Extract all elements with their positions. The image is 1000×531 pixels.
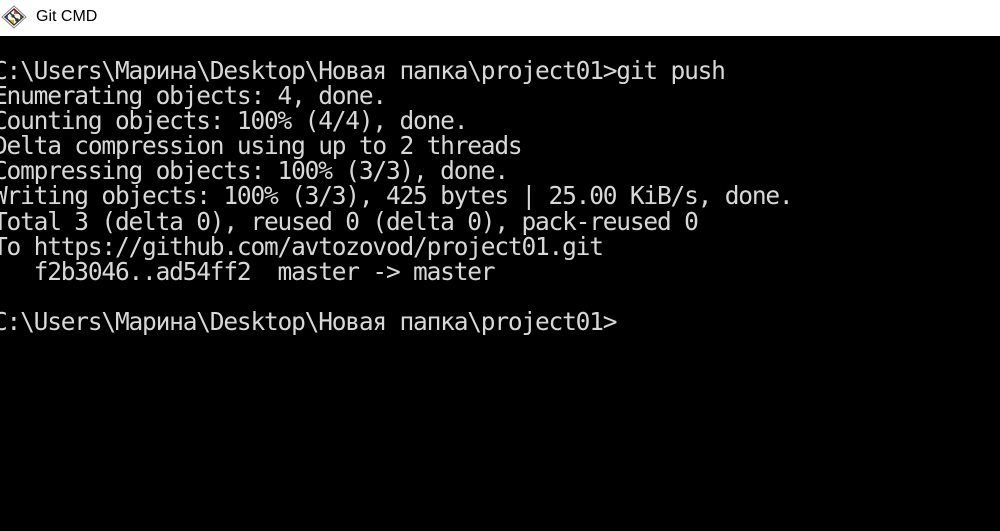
console-lines: C:\Users\Марина\Desktop\Новая папка\proj… xyxy=(0,56,794,336)
console-line: Enumerating objects: 4, done. xyxy=(0,81,387,111)
git-logo-icon xyxy=(1,5,27,29)
console-line: f2b3046..ad54ff2 master -> master xyxy=(0,256,496,286)
console-line: Delta compression using up to 2 threads xyxy=(0,131,523,161)
console-line: C:\Users\Марина\Desktop\Новая папка\proj… xyxy=(0,56,726,85)
window-title: Git CMD xyxy=(36,8,98,25)
title-bar[interactable]: Git CMD xyxy=(0,0,1000,36)
console-line: To https://github.com/avtozovod/project0… xyxy=(0,231,604,261)
console-output[interactable]: C:\Users\Марина\Desktop\Новая папка\proj… xyxy=(0,36,1000,531)
console-line: Total 3 (delta 0), reused 0 (delta 0), p… xyxy=(0,206,699,236)
command-prompt: C:\Users\Марина\Desktop\Новая папка\proj… xyxy=(0,306,618,336)
git-cmd-window: Git CMD C:\Users\Марина\Desktop\Новая па… xyxy=(0,0,1000,531)
console-line: Counting objects: 100% (4/4), done. xyxy=(0,106,468,136)
console-line: Compressing objects: 100% (3/3), done. xyxy=(0,156,509,186)
console-line: Writing objects: 100% (3/3), 425 bytes |… xyxy=(0,181,794,211)
